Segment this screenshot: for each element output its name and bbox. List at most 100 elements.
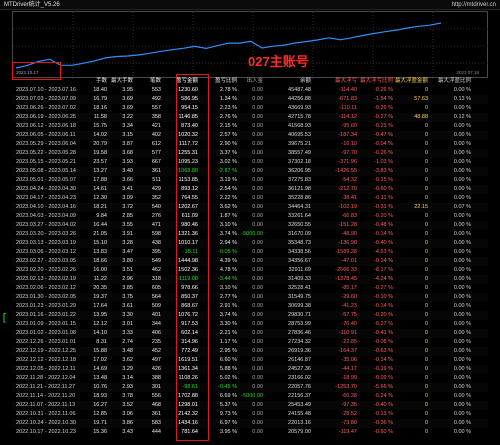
table-row[interactable]: 2022.11.14 - 2022.11.20 18.93 3.78 556 1702.… xyxy=(12,392,488,401)
table-row[interactable]: 2023.04.17 - 2023.04.23 12.30 3.09 352 764.5… xyxy=(12,194,488,203)
cell-max-lots: 3.78 xyxy=(122,393,133,399)
cell-week: 2023.01.09 - 2023.01.15 xyxy=(16,321,76,327)
cell-max-floating-loss-ratio: -5.66 % xyxy=(374,384,393,390)
cell-max-floating-loss: -76.40 xyxy=(341,321,357,327)
table-row[interactable]: 2022.11.21 - 2022.11.27 10.76 2.93 301 -98.6… xyxy=(12,383,488,392)
table-row[interactable]: 2023.06.12 - 2023.06.18 15.75 3.34 421 873.4… xyxy=(12,122,488,131)
table-row[interactable]: 2022.10.24 - 2022.10.30 19.71 3.86 583 1434.… xyxy=(12,419,488,428)
cell-balance: 24527.36 xyxy=(288,366,311,372)
cell-balance: 23166.02 xyxy=(288,375,311,381)
table-row[interactable]: 2023.04.24 - 2023.04.30 14.61 3.41 429 893.1… xyxy=(12,185,488,194)
cell-profit: 1502.36 xyxy=(178,267,198,273)
cell-max-floating-loss-ratio: -1.03 % xyxy=(374,159,393,165)
cell-week: 2023.05.08 - 2023.05.14 xyxy=(16,168,76,174)
cell-max-floating-profit-ratio: 0.00 % xyxy=(453,285,471,291)
weekly-stats-table: 2023.07.10 - 2023.07.16 18.40 3.95 553 1230.… xyxy=(0,0,500,445)
cell-max-floating-profit-ratio: 0.00 % xyxy=(453,339,471,345)
cell-max-floating-loss-ratio: -4.24 % xyxy=(374,276,393,282)
cell-lots: 17.88 xyxy=(93,177,107,183)
cell-profit: 893.12 xyxy=(181,186,198,192)
table-row[interactable]: 2023.03.13 - 2023.03.19 15.10 3.28 438 1010.… xyxy=(12,239,488,248)
table-row[interactable]: 2022.10.17 - 2022.10.23 15.36 3.43 444 781.6… xyxy=(12,428,488,437)
table-row[interactable]: 2023.01.23 - 2023.01.29 17.64 3.61 509 868.6… xyxy=(12,302,488,311)
cell-profit: 1202.67 xyxy=(178,204,198,210)
cell-profit-ratio: -2.87 % xyxy=(218,168,237,174)
table-row[interactable]: 2023.06.05 - 2023.06.11 14.02 3.15 402 1020.… xyxy=(12,131,488,140)
table-row[interactable]: 2023.01.02 - 2023.01.08 14.10 3.33 406 602.1… xyxy=(12,329,488,338)
table-row[interactable]: 2023.02.06 - 2023.02.12 20.35 3.85 605 978.6… xyxy=(12,284,488,293)
cell-week: 2022.11.28 - 2022.12.04 xyxy=(16,375,76,381)
cell-profit: 1010.17 xyxy=(178,240,198,246)
table-row[interactable]: 2023.06.19 - 2023.06.25 11.58 3.22 358 1146.… xyxy=(12,113,488,122)
table-row[interactable]: 2023.03.27 - 2023.04.02 16.44 3.55 471 980.4… xyxy=(12,221,488,230)
table-row[interactable]: 2023.05.01 - 2023.05.07 17.88 3.66 511 1153.… xyxy=(12,176,488,185)
table-row[interactable]: 2022.10.31 - 2022.11.06 12.85 3.06 361 2142.… xyxy=(12,410,488,419)
table-row[interactable]: 2023.02.27 - 2023.03.05 18.66 3.80 549 1444.… xyxy=(12,257,488,266)
table-row[interactable]: 2022.12.26 - 2023.01.01 8.31 2.74 235 314.96… xyxy=(12,338,488,347)
table-row[interactable]: 2022.12.12 - 2022.12.18 17.02 3.62 497 1619.… xyxy=(12,356,488,365)
table-row[interactable]: 2023.05.08 - 2023.05.14 13.27 3.40 361 -1068… xyxy=(12,167,488,176)
cell-profit-ratio: 2.77 % xyxy=(219,294,237,300)
cell-deposit-withdrawal: 0.00 xyxy=(252,186,263,192)
cell-trade-count: 462 xyxy=(151,267,161,273)
cell-week: 2023.01.02 - 2023.01.08 xyxy=(16,330,76,336)
cell-max-floating-profit-ratio: 0.00 % xyxy=(453,231,471,237)
cell-trade-count: 344 xyxy=(151,321,161,327)
cell-lots: 13.95 xyxy=(93,312,107,318)
table-row[interactable]: 2023.07.03 - 2023.07.09 16.79 3.69 492 586.9… xyxy=(12,95,488,104)
table-row[interactable]: 2023.04.03 - 2023.04.09 9.84 2.85 276 611.09… xyxy=(12,212,488,221)
cell-week: 2023.03.06 - 2023.03.12 xyxy=(16,249,76,255)
cell-balance: 36121.98 xyxy=(288,186,311,192)
cell-max-floating-profit-ratio: 0.00 % xyxy=(453,168,471,174)
table-row[interactable]: 2023.03.20 - 2023.03.26 21.05 3.91 598 1321.… xyxy=(12,230,488,239)
cell-week: 2022.12.12 - 2022.12.18 xyxy=(16,357,76,363)
cell-lots: 13.27 xyxy=(93,168,107,174)
cell-lots: 18.21 xyxy=(93,204,107,210)
table-row[interactable]: 2023.07.10 - 2023.07.16 18.40 3.95 553 1230.… xyxy=(12,86,488,95)
cell-trade-count: 492 xyxy=(151,96,161,102)
table-row[interactable]: 2023.06.26 - 2023.07.02 18.16 3.69 557 954.1… xyxy=(12,104,488,113)
table-row[interactable]: 2022.11.07 - 2022.11.13 16.27 3.52 468 1298.… xyxy=(12,401,488,410)
cell-max-floating-profit: 22.15 xyxy=(414,204,428,210)
table-row[interactable]: 2022.11.28 - 2022.12.04 13.48 3.14 388 1108.… xyxy=(12,374,488,383)
cell-max-floating-profit: 0 xyxy=(424,195,428,201)
cell-max-lots: 3.30 xyxy=(122,312,133,318)
cell-max-floating-profit: 0 xyxy=(424,429,428,435)
cell-max-floating-loss: -671.83 xyxy=(338,96,357,102)
cell-trade-count: 444 xyxy=(151,429,161,435)
cell-max-floating-loss-ratio: -0.47 % xyxy=(374,132,393,138)
cell-profit-ratio: 2.76 % xyxy=(219,114,237,120)
cell-week: 2023.04.17 - 2023.04.23 xyxy=(16,195,76,201)
cell-week: 2023.02.06 - 2023.02.12 xyxy=(16,285,76,291)
table-row[interactable]: 2023.04.10 - 2023.04.16 18.21 3.72 540 1202.… xyxy=(12,203,488,212)
cell-max-floating-profit-ratio: 0.00 % xyxy=(453,159,471,165)
cell-deposit-withdrawal: 0.00 xyxy=(252,132,263,138)
table-row[interactable]: 2023.05.15 - 2023.05.21 23.57 3.93 667 1095.… xyxy=(12,158,488,167)
table-row[interactable]: 2023.03.06 - 2023.03.12 13.83 3.47 395 -18.1… xyxy=(12,248,488,257)
cell-max-floating-profit-ratio: 0.07 % xyxy=(453,204,471,210)
cell-profit-ratio: 2.91 % xyxy=(219,303,237,309)
table-row[interactable]: 2023.01.16 - 2023.01.22 13.95 3.30 401 1076.… xyxy=(12,311,488,320)
cell-lots: 18.93 xyxy=(93,393,107,399)
cell-profit: 868.67 xyxy=(181,303,198,309)
cell-max-floating-profit: 0 xyxy=(424,393,428,399)
table-row[interactable]: 2022.12.05 - 2022.12.11 14.69 3.29 426 1361.… xyxy=(12,365,488,374)
cell-profit-ratio: 3.10 % xyxy=(219,222,237,228)
cell-profit: 1702.88 xyxy=(178,393,198,399)
table-row[interactable]: 2023.01.09 - 2023.01.15 12.12 3.01 344 917.5… xyxy=(12,320,488,329)
table-row[interactable]: 2023.02.13 - 2023.02.19 11.22 2.96 318 -1119… xyxy=(12,275,488,284)
table-row[interactable]: 2023.02.20 - 2023.02.26 16.00 3.51 462 1502.… xyxy=(12,266,488,275)
cell-max-floating-profit: 0 xyxy=(424,177,428,183)
cell-deposit-withdrawal: 0.00 xyxy=(252,96,263,102)
table-row[interactable]: 2023.05.29 - 2023.06.04 20.79 3.87 612 1117.… xyxy=(12,140,488,149)
cell-max-floating-loss-ratio: -0.20 % xyxy=(374,213,393,219)
cell-profit-ratio: 2.23 % xyxy=(219,105,237,111)
cell-max-floating-loss: -48.90 xyxy=(341,231,357,237)
table-row[interactable]: 2023.05.22 - 2023.05.28 19.58 3.68 577 1255.… xyxy=(12,149,488,158)
cell-deposit-withdrawal: 0.00 xyxy=(252,366,263,372)
table-row[interactable]: 2023.01.30 - 2023.02.05 19.37 3.75 564 850.3… xyxy=(12,293,488,302)
cell-profit-ratio: 4.39 % xyxy=(219,258,237,264)
cell-profit-ratio: 6.60 % xyxy=(219,357,237,363)
table-row[interactable]: 2022.12.19 - 2022.12.25 15.88 3.48 452 772.4… xyxy=(12,347,488,356)
cell-max-floating-profit-ratio: 0.00 % xyxy=(453,222,471,228)
